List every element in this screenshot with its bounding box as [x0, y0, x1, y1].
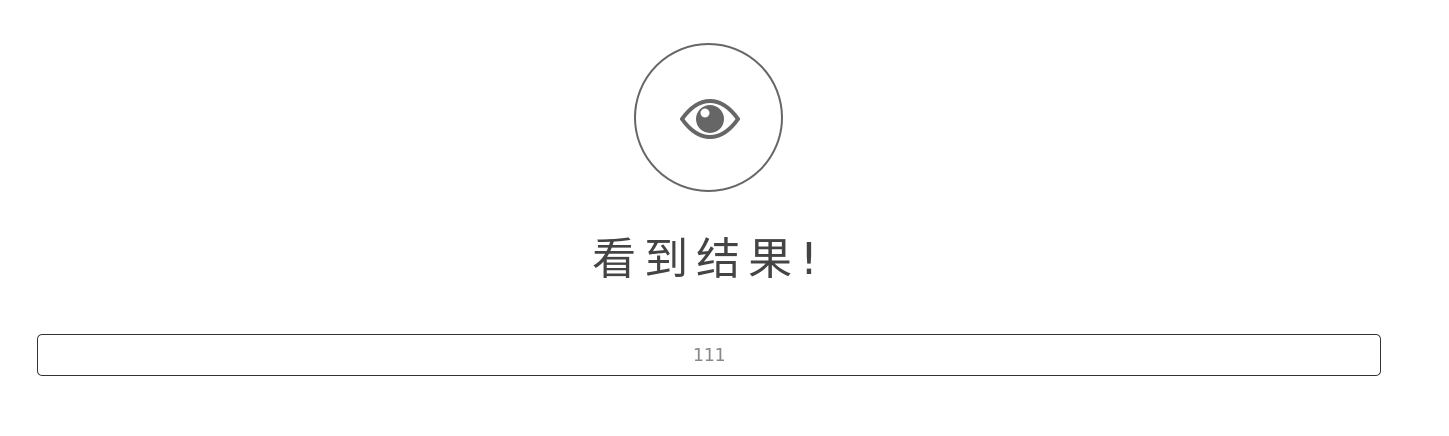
result-field[interactable]: 111 [37, 334, 1381, 376]
eye-icon-circle [634, 43, 783, 192]
eye-icon [680, 99, 740, 139]
result-title: 看到结果! [592, 234, 826, 285]
result-value: 111 [692, 344, 726, 366]
